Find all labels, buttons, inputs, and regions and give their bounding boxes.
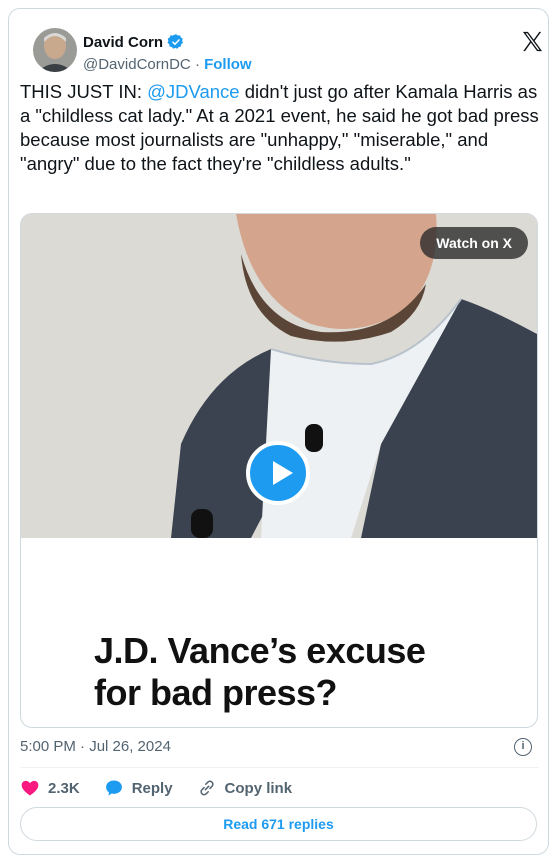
- info-icon[interactable]: i: [514, 738, 532, 756]
- mention-link[interactable]: @JDVance: [147, 81, 239, 102]
- play-icon[interactable]: [246, 441, 310, 505]
- copy-link-button[interactable]: Copy link: [197, 778, 293, 798]
- copy-link-label: Copy link: [224, 779, 293, 797]
- video-caption: J.D. Vance’s excuse for bad press?: [94, 630, 426, 714]
- video-caption-line2: for bad press?: [94, 672, 338, 713]
- reply-bubble-icon: [105, 780, 122, 796]
- verified-badge-icon: [167, 34, 183, 49]
- divider: [20, 767, 539, 768]
- like-button[interactable]: 2.3K: [20, 778, 80, 798]
- link-icon: [199, 780, 214, 796]
- tweet-text-start: THIS JUST IN:: [20, 81, 148, 102]
- reply-label: Reply: [131, 779, 173, 797]
- read-replies-button[interactable]: Read 671 replies: [20, 807, 537, 841]
- tweet-timestamp[interactable]: 5:00 PM · Jul 26, 2024: [20, 738, 171, 755]
- action-bar: 2.3K Reply Copy link: [20, 776, 316, 800]
- heart-icon: [21, 780, 39, 796]
- video-media[interactable]: Watch on X J.D. Vance’s excuse for bad p…: [20, 213, 538, 728]
- author-handle-row: @DavidCornDC · Follow: [83, 56, 252, 73]
- reply-button[interactable]: Reply: [104, 778, 173, 798]
- author-name-row[interactable]: David Corn: [83, 33, 185, 51]
- like-count: 2.3K: [48, 779, 80, 797]
- video-thumbnail[interactable]: Watch on X: [21, 214, 537, 538]
- video-caption-line1: J.D. Vance’s excuse: [94, 630, 426, 671]
- tweet-text: THIS JUST IN: @JDVance didn't just go af…: [20, 80, 542, 176]
- watch-on-x-button[interactable]: Watch on X: [420, 227, 528, 259]
- separator-dot: ·: [194, 56, 200, 73]
- x-logo-icon[interactable]: [521, 30, 544, 53]
- avatar[interactable]: [33, 28, 77, 72]
- author-name[interactable]: David Corn: [83, 34, 163, 51]
- author-handle[interactable]: @DavidCornDC: [83, 56, 191, 73]
- follow-link[interactable]: Follow: [204, 56, 252, 73]
